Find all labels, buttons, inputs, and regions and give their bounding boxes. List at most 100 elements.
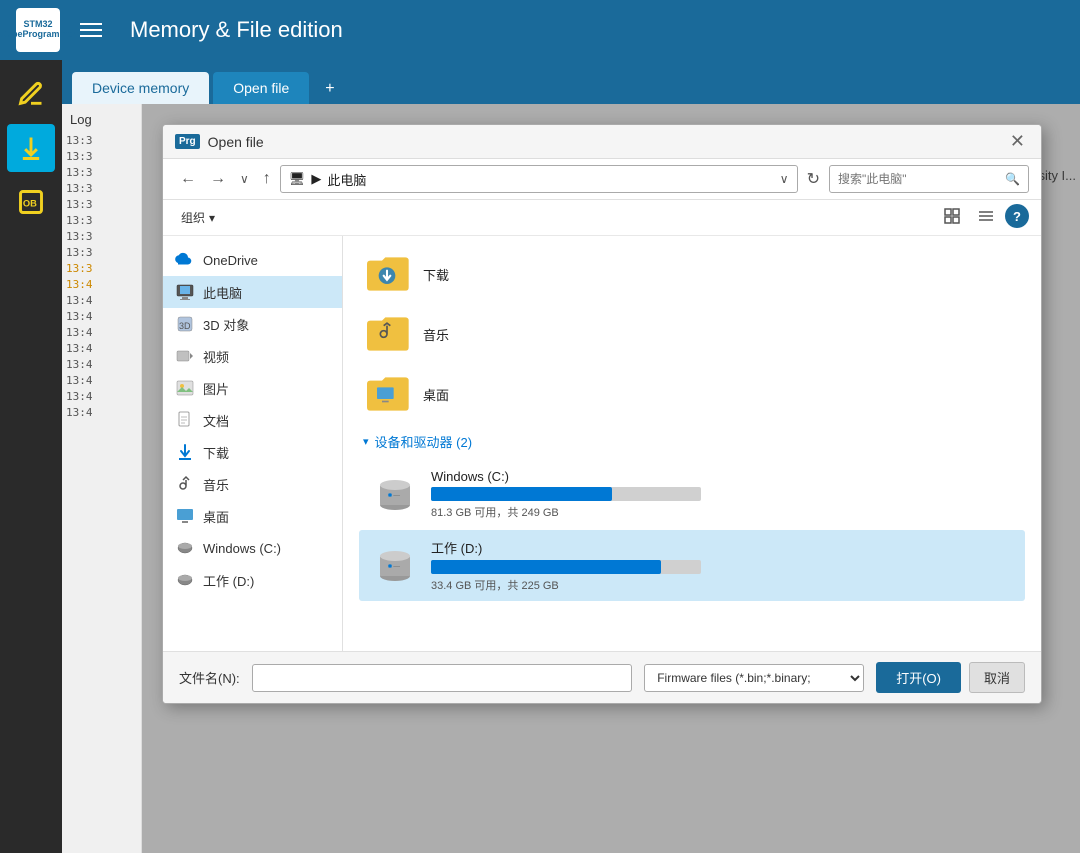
up-button[interactable]: ↑	[258, 167, 276, 191]
drive-d-bar-bg	[431, 560, 701, 574]
search-bar: 🔍	[829, 165, 1029, 193]
main-content: Device memory Open file + Log 13:3 13:3 …	[62, 60, 1080, 853]
nav-item-label: 下载	[203, 443, 229, 462]
nav-item-onedrive[interactable]: OneDrive	[163, 244, 342, 276]
nav-item-label: 图片	[203, 379, 229, 398]
filename-input[interactable]	[252, 664, 633, 692]
nav-item-drive-c[interactable]: Windows (C:)	[163, 532, 342, 564]
drive-d-name: 工作 (D:)	[431, 538, 1013, 557]
nav-item-desktop[interactable]: 桌面	[163, 500, 342, 532]
folder-desktop[interactable]: 桌面	[351, 364, 1033, 424]
folder-name: 下载	[423, 265, 449, 284]
tab-add[interactable]: +	[313, 74, 346, 104]
nav-item-drive-d[interactable]: 工作 (D:)	[163, 564, 342, 596]
sidebar-item-download[interactable]	[7, 124, 55, 172]
hamburger-button[interactable]	[76, 19, 106, 41]
dialog-app-icon: Prg	[175, 134, 200, 149]
dialog-close-button[interactable]: ✕	[1006, 131, 1029, 152]
log-line: 13:3	[66, 133, 137, 149]
folder-music[interactable]: 音乐	[351, 304, 1033, 364]
nav-item-label: Windows (C:)	[203, 541, 281, 556]
file-pane: 下载 音乐	[343, 236, 1041, 651]
filetype-select[interactable]: Firmware files (*.bin;*.binary;	[644, 664, 864, 692]
app-logo: STM32 CubeProgrammer	[16, 8, 60, 52]
dropdown-button[interactable]: ∨	[235, 169, 254, 189]
help-button[interactable]: ?	[1005, 204, 1029, 228]
nav-item-documents[interactable]: 文档	[163, 404, 342, 436]
back-button[interactable]: ←	[175, 167, 201, 191]
nav-item-video[interactable]: 视频	[163, 340, 342, 372]
nav-item-image[interactable]: 图片	[163, 372, 342, 404]
dialog-overlay: Prg Open file ✕ ← → ∨ ↑ 🖥 ▶ 此电脑	[142, 104, 1080, 853]
nav-item-label: 3D 对象	[203, 315, 249, 334]
nav-item-thispc[interactable]: 此电脑	[163, 276, 342, 308]
log-line: 13:4	[66, 373, 137, 389]
dialog-toolbar: ← → ∨ ↑ 🖥 ▶ 此电脑 ∨ ↻ 🔍	[163, 159, 1041, 200]
devices-section-header[interactable]: ▾ 设备和驱动器 (2)	[351, 424, 1033, 459]
log-line: 13:4	[66, 309, 137, 325]
folder-name: 音乐	[423, 325, 449, 344]
log-area: Log 13:3 13:3 13:3 13:3 13:3 13:3 13:3 1…	[62, 104, 1080, 853]
nav-pane: OneDrive 此电脑	[163, 236, 343, 651]
view-details-button[interactable]	[971, 204, 1001, 231]
log-label: Log	[62, 104, 141, 131]
path-bar[interactable]: 🖥 ▶ 此电脑 ∨	[280, 165, 798, 193]
tab-open-file[interactable]: Open file	[213, 72, 309, 104]
drive-c-name: Windows (C:)	[431, 469, 1013, 484]
drive-c-item[interactable]: Windows (C:) 81.3 GB 可用，共 249 GB	[359, 461, 1025, 528]
nav-item-label: OneDrive	[203, 253, 258, 268]
nav-item-label: 工作 (D:)	[203, 571, 254, 590]
nav-item-label: 此电脑	[203, 283, 242, 302]
drive-d-item[interactable]: 工作 (D:) 33.4 GB 可用，共 225 GB	[359, 530, 1025, 601]
nav-item-label: 音乐	[203, 475, 229, 494]
drive-d-bar-fill	[431, 560, 661, 574]
log-line: 13:3	[66, 213, 137, 229]
drive-c-bar-bg	[431, 487, 701, 501]
sidebar-item-ob[interactable]: OB	[7, 178, 55, 226]
dialog-body: OneDrive 此电脑	[163, 236, 1041, 651]
header-bar: STM32 CubeProgrammer Memory & File editi…	[0, 0, 1080, 60]
log-line: 13:4	[66, 389, 137, 405]
view-buttons: ?	[937, 204, 1029, 231]
content-pane: Prg Open file ✕ ← → ∨ ↑ 🖥 ▶ 此电脑	[142, 104, 1080, 853]
log-line: 13:4	[66, 325, 137, 341]
log-line: 13:4	[66, 293, 137, 309]
drive-c-bar-fill	[431, 487, 612, 501]
organize-label: 组织	[181, 209, 205, 226]
organize-button[interactable]: 组织 ▾	[175, 206, 221, 229]
drive-c-stats: 81.3 GB 可用，共 249 GB	[431, 504, 1013, 520]
log-line: 13:4	[66, 341, 137, 357]
log-line: 13:3	[66, 229, 137, 245]
tab-device-memory[interactable]: Device memory	[72, 72, 209, 104]
search-input[interactable]	[838, 172, 1001, 186]
folder-name: 桌面	[423, 385, 449, 404]
nav-item-3d[interactable]: 3D 3D 对象	[163, 308, 342, 340]
path-text: ▶	[311, 171, 321, 187]
log-lines: 13:3 13:3 13:3 13:3 13:3 13:3 13:3 13:3 …	[62, 131, 141, 853]
sidebar-item-edit[interactable]	[7, 70, 55, 118]
path-dropdown[interactable]: ∨	[780, 172, 789, 186]
nav-item-downloads[interactable]: 下载	[163, 436, 342, 468]
dialog-title: Open file	[208, 134, 998, 150]
tab-bar: Device memory Open file +	[62, 60, 1080, 104]
open-file-dialog: Prg Open file ✕ ← → ∨ ↑ 🖥 ▶ 此电脑	[162, 124, 1042, 704]
section-label: 设备和驱动器 (2)	[375, 432, 473, 451]
log-line: 13:4	[66, 405, 137, 421]
folder-download[interactable]: 下载	[351, 244, 1033, 304]
view-toggle-button[interactable]	[937, 204, 967, 231]
drive-d-info: 工作 (D:) 33.4 GB 可用，共 225 GB	[431, 538, 1013, 593]
dialog-footer: 文件名(N): Firmware files (*.bin;*.binary; …	[163, 651, 1041, 703]
organize-bar: 组织 ▾	[163, 200, 1041, 236]
forward-button[interactable]: →	[205, 167, 231, 191]
open-button[interactable]: 打开(O)	[876, 662, 961, 693]
cancel-button[interactable]: 取消	[969, 662, 1025, 693]
nav-item-music[interactable]: 音乐	[163, 468, 342, 500]
log-line: 13:4	[66, 277, 137, 293]
section-chevron: ▾	[363, 435, 369, 448]
nav-item-label: 视频	[203, 347, 229, 366]
log-line: 13:3	[66, 165, 137, 181]
refresh-button[interactable]: ↻	[802, 166, 825, 192]
page-title: Memory & File edition	[130, 17, 343, 43]
dialog-titlebar: Prg Open file ✕	[163, 125, 1041, 159]
nav-item-label: 桌面	[203, 507, 229, 526]
